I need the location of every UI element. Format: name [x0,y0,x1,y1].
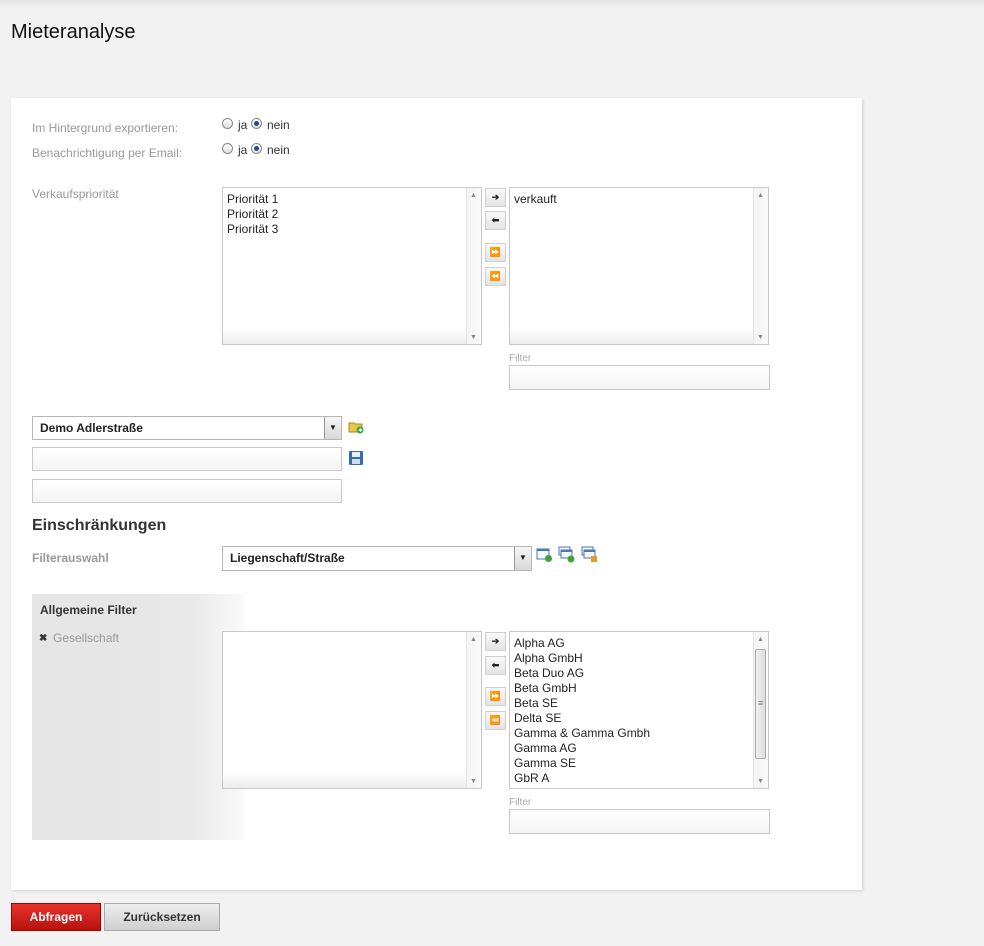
add-filter-group-icon[interactable] [558,546,575,566]
background-export-label: Im Hintergrund exportieren: [32,121,179,135]
filter-selection-value: Liegenschaft/Straße [230,551,345,565]
preset-description-input[interactable] [32,479,342,503]
load-preset-icon[interactable] [348,419,364,438]
top-shade [0,0,984,8]
list-item[interactable]: GbR A [514,771,650,786]
list-item[interactable]: Priorität 1 [227,192,278,207]
priority-available-scrollbar[interactable]: ▲ ▼ [466,188,481,344]
list-item[interactable]: Beta Duo AG [514,666,650,681]
company-available-scrollbar[interactable]: ▲ ▼ [466,632,481,788]
background-export-yes-radio[interactable] [222,118,233,129]
company-filter-label-small: Filter [509,797,532,808]
filter-selection-label: Filterauswahl [32,551,109,565]
list-item[interactable]: Beta SE [514,696,650,711]
list-item[interactable]: Delta SE [514,711,650,726]
priority-filter-label: Filter [509,353,532,364]
priority-remove-button[interactable]: ⬅ [485,211,506,230]
reset-button[interactable]: Zurücksetzen [104,903,220,931]
preset-select-value: Demo Adlerstraße [40,421,143,435]
company-add-all-button[interactable]: ⏩ [485,687,506,706]
background-export-yes-label: ja [238,118,248,132]
list-item[interactable]: Alpha GmbH [514,651,650,666]
email-notification-no-label: nein [267,143,290,157]
list-item[interactable]: Priorität 2 [227,207,278,222]
preset-name-input[interactable] [32,447,342,471]
scrollbar-thumb[interactable]: ≡ [755,649,766,759]
list-item[interactable]: Gamma SE [514,756,650,771]
list-item[interactable]: Gamma AG [514,741,650,756]
edit-filter-group-icon[interactable] [581,546,598,566]
chevron-down-icon[interactable]: ▼ [514,547,531,570]
priority-remove-all-button[interactable]: ⏪ [485,267,506,286]
email-notification-label: Benachrichtigung per Email: [32,146,183,160]
filter-selection-select[interactable]: Liegenschaft/Straße ▼ [222,546,532,571]
company-selected-list[interactable]: Alpha AG Alpha GmbH Beta Duo AG Beta GmbH Be… [509,631,769,789]
priority-selected-items: verkauft [514,192,557,207]
email-notification-no-radio[interactable] [251,143,262,154]
company-available-list[interactable]: ▲ ▼ [222,631,482,789]
add-filter-icon[interactable] [536,547,553,566]
priority-selected-list[interactable]: verkauft ▲ ▼ [509,187,769,345]
preset-select[interactable]: Demo Adlerstraße ▼ [32,416,342,440]
priority-available-list[interactable]: Priorität 1 Priorität 2 Priorität 3 ▲ ▼ [222,187,482,345]
priority-filter-input[interactable] [509,365,770,390]
query-button[interactable]: Abfragen [11,903,101,931]
company-selected-scrollbar[interactable]: ▲ ≡ ▼ [753,632,768,788]
list-item[interactable]: Alpha AG [514,636,650,651]
email-notification-yes-label: ja [238,143,248,157]
company-remove-button[interactable]: ⬅ [485,656,506,675]
page-title: Mieteranalyse [11,21,136,43]
background-export-no-radio[interactable] [251,118,262,129]
remove-filter-icon[interactable]: ✖ [39,633,47,644]
priority-available-items: Priorität 1 Priorität 2 Priorität 3 [227,192,278,237]
company-filter-input[interactable] [509,809,770,834]
background-export-no-label: nein [267,118,290,132]
restrictions-heading: Einschränkungen [32,517,167,534]
save-icon[interactable] [348,450,364,469]
priority-selected-scrollbar[interactable]: ▲ ▼ [753,188,768,344]
email-notification-yes-radio[interactable] [222,143,233,154]
priority-label: Verkaufspriorität [32,187,119,201]
priority-add-all-button[interactable]: ⏩ [485,243,506,262]
list-item[interactable]: Priorität 3 [227,222,278,237]
company-remove-all-button[interactable]: ⏪ [485,711,506,730]
general-filters-title: Allgemeine Filter [40,603,137,617]
list-item[interactable]: Gamma & Gamma Gmbh [514,726,650,741]
list-item[interactable]: verkauft [514,192,557,207]
company-add-button[interactable]: ➔ [485,632,506,651]
priority-add-button[interactable]: ➔ [485,188,506,207]
company-filter-label[interactable]: Gesellschaft [53,631,119,645]
company-selected-items: Alpha AG Alpha GmbH Beta Duo AG Beta GmbH Be… [514,636,650,786]
chevron-down-icon[interactable]: ▼ [324,417,341,439]
list-item[interactable]: Beta GmbH [514,681,650,696]
